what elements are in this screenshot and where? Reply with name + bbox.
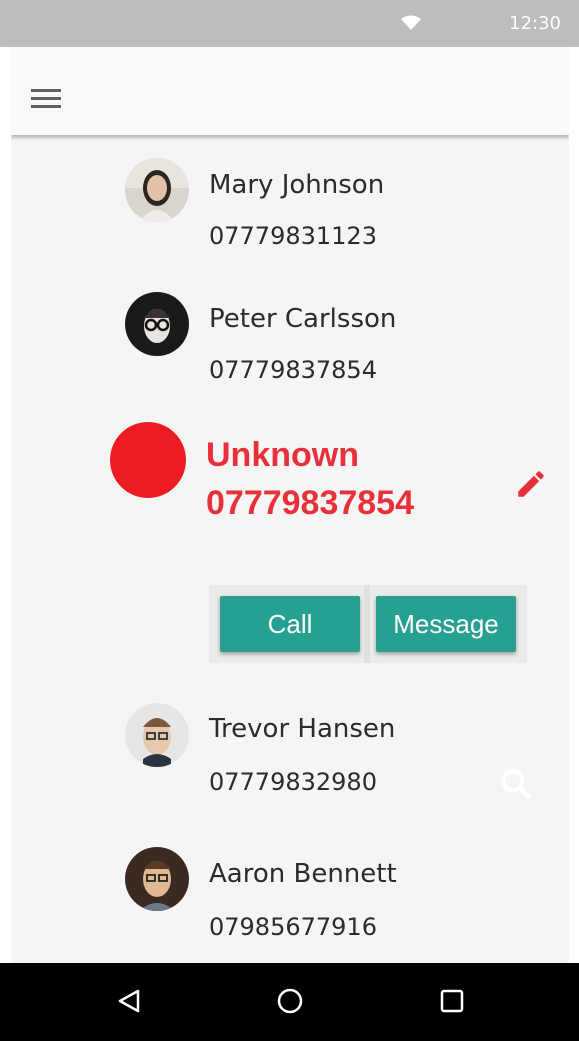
contact-actions: Call Message <box>209 585 527 663</box>
unknown-contact-avatar <box>110 422 186 498</box>
screen: Mary Johnson 07779831123 Peter Carlsson … <box>11 47 569 963</box>
home-circle-icon[interactable] <box>274 985 306 1017</box>
avatar <box>125 292 189 356</box>
call-button[interactable]: Call <box>220 596 360 652</box>
contact-name: Aaron Bennett <box>209 859 397 889</box>
contact-name: Mary Johnson <box>209 170 385 200</box>
avatar <box>125 847 189 911</box>
back-triangle-icon[interactable] <box>114 985 146 1017</box>
contact-phone: 07779832980 <box>209 768 377 796</box>
recents-square-icon[interactable] <box>436 985 468 1017</box>
message-button[interactable]: Message <box>376 596 516 652</box>
wifi-icon <box>401 15 421 30</box>
contact-phone: 07779837854 <box>209 356 377 384</box>
contact-name: Trevor Hansen <box>209 714 396 744</box>
selected-contact-phone: 07779837854 <box>206 484 415 522</box>
navigation-bar <box>0 963 579 1041</box>
status-bar: 12:30 <box>0 0 579 47</box>
status-time: 12:30 <box>509 13 561 34</box>
edit-pencil-icon[interactable] <box>514 467 548 501</box>
app-bar <box>11 47 569 135</box>
search-icon[interactable] <box>497 765 535 803</box>
contact-name: Peter Carlsson <box>209 304 397 334</box>
menu-icon[interactable] <box>31 89 61 113</box>
avatar <box>125 703 189 767</box>
contact-phone: 07779831123 <box>209 222 377 250</box>
contact-phone: 07985677916 <box>209 913 377 941</box>
divider <box>364 585 370 663</box>
avatar <box>125 158 189 222</box>
selected-contact-name: Unknown <box>206 436 359 474</box>
